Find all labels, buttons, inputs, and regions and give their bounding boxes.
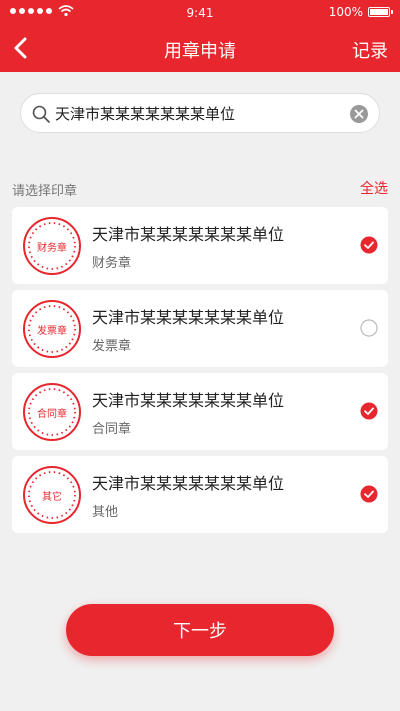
clear-icon[interactable] [349,104,369,124]
battery-icon [368,7,393,17]
header: 9:41 100% 用章申请 记录 [0,0,400,72]
seal-unit-name: 天津市某某某某某某某单位 [92,391,285,410]
seal-label: 合同章 [37,408,67,420]
seal-type: 发票章 [92,339,132,354]
seal-type: 合同章 [92,422,132,437]
unchecked-icon[interactable] [360,319,378,337]
seal-unit-name: 天津市某某某某某某某单位 [92,225,285,244]
search-bar [20,93,380,133]
battery-percent: 100% [328,5,363,19]
seal-unit-name: 天津市某某某某某某某单位 [92,474,285,493]
list-title: 请选择印章 [12,184,78,199]
seal-type: 其他 [92,505,119,520]
seal-card[interactable]: 其它 天津市某某某某某某某单位 其他 [12,456,388,533]
seal-card[interactable]: 合同章 天津市某某某某某某某单位 合同章 [12,373,388,450]
list-header: 请选择印章 全选 [12,178,388,199]
checked-icon[interactable] [360,485,378,503]
battery-indicator: 100% [328,5,393,19]
seal-card[interactable]: 财务章 天津市某某某某某某某单位 财务章 [12,207,388,284]
next-step-button[interactable]: 下一步 [66,604,334,656]
search-input[interactable] [55,100,345,126]
seal-unit-name: 天津市某某某某某某某单位 [92,308,285,327]
seal-card[interactable]: 发票章 天津市某某某某某某某单位 发票章 [12,290,388,367]
select-all-button[interactable]: 全选 [360,178,388,198]
seal-label: 发票章 [37,325,67,337]
checked-icon[interactable] [360,236,378,254]
search-icon [32,105,50,123]
status-bar: 9:41 100% [0,0,400,26]
seal-label: 财务章 [37,242,67,254]
checked-icon[interactable] [360,402,378,420]
seal-label: 其它 [42,491,62,503]
page-title: 用章申请 [164,41,236,62]
record-link[interactable]: 记录 [352,37,388,63]
seal-type: 财务章 [92,256,132,271]
